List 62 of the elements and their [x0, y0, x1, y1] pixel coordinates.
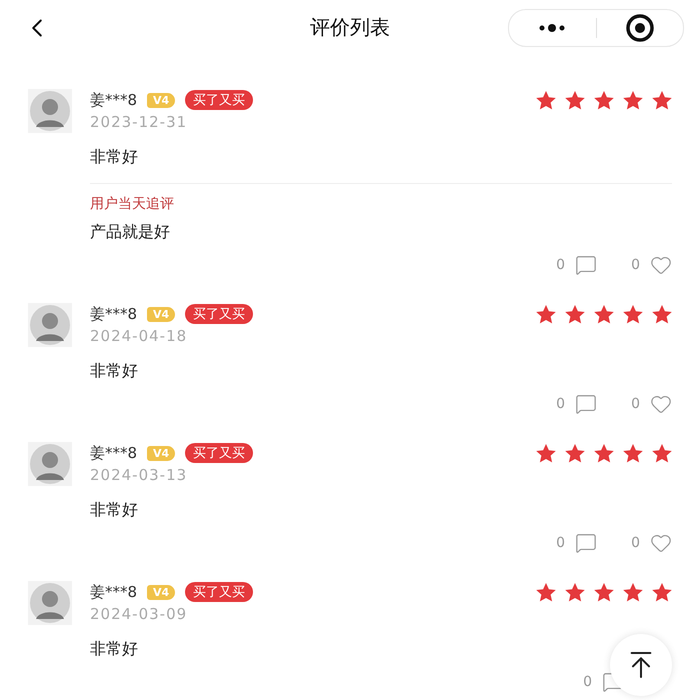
repurchase-tag: 买了又买: [185, 304, 254, 324]
review-date: 2023-12-31: [90, 112, 188, 133]
star-icon: [594, 444, 614, 462]
review-text: 非常好: [90, 360, 139, 382]
more-icon[interactable]: [539, 24, 566, 32]
level-badge: V4: [147, 446, 176, 460]
star-icon: [594, 304, 614, 324]
star-icon: [652, 90, 672, 110]
review-date: 2024-03-13: [90, 465, 188, 486]
star-icon: [536, 90, 556, 110]
comment-icon[interactable]: [575, 532, 598, 554]
star-icon: [594, 582, 614, 602]
user-name: 姜***8: [90, 444, 138, 462]
star-icon: [623, 582, 643, 602]
repurchase-tag: 买了又买: [185, 443, 254, 463]
star-icon: [536, 582, 556, 602]
avatar: [28, 442, 72, 486]
comment-count: 0: [583, 674, 592, 690]
like-count: 0: [631, 535, 640, 551]
star-icon: [652, 444, 672, 462]
review-date: 2024-03-09: [90, 604, 188, 625]
review-text: 非常好: [90, 499, 139, 521]
star-icon: [594, 90, 614, 110]
star-icon: [565, 582, 585, 602]
user-name: 姜***8: [90, 90, 138, 110]
star-icon: [536, 304, 556, 324]
review-text: 非常好: [90, 638, 139, 660]
star-icon: [536, 444, 556, 462]
star-icon: [565, 304, 585, 324]
repurchase-tag: 买了又买: [185, 582, 254, 602]
level-badge: V4: [147, 92, 176, 108]
comment-icon[interactable]: [575, 254, 598, 276]
comment-icon[interactable]: [575, 393, 598, 415]
level-badge: V4: [147, 584, 176, 600]
comment-count: 0: [556, 257, 566, 273]
star-icon: [623, 304, 643, 324]
avatar: [28, 581, 72, 625]
star-icon: [623, 444, 643, 462]
heart-icon[interactable]: [650, 532, 672, 554]
followup-label: 用户当天追评: [90, 195, 175, 214]
avatar: [28, 89, 72, 133]
comment-count: 0: [556, 535, 566, 551]
star-icon: [565, 444, 585, 462]
heart-icon[interactable]: [650, 393, 672, 415]
like-count: 0: [631, 257, 640, 273]
followup-text: 产品就是好: [90, 221, 171, 243]
user-name: 姜***8: [90, 304, 138, 324]
star-icon: [652, 582, 672, 602]
comment-count: 0: [556, 396, 566, 412]
target-icon[interactable]: [624, 12, 655, 42]
star-icon: [623, 90, 643, 110]
page-title: 评价列表: [310, 14, 390, 41]
review-date: 2024-04-18: [90, 326, 188, 347]
avatar: [28, 303, 72, 347]
user-name: 姜***8: [90, 582, 138, 602]
review-text: 非常好: [90, 146, 139, 168]
star-icon: [652, 304, 672, 324]
like-count: 0: [631, 396, 640, 412]
heart-icon[interactable]: [650, 254, 672, 276]
repurchase-tag: 买了又买: [185, 90, 254, 110]
level-badge: V4: [147, 306, 176, 322]
star-icon: [565, 90, 585, 110]
